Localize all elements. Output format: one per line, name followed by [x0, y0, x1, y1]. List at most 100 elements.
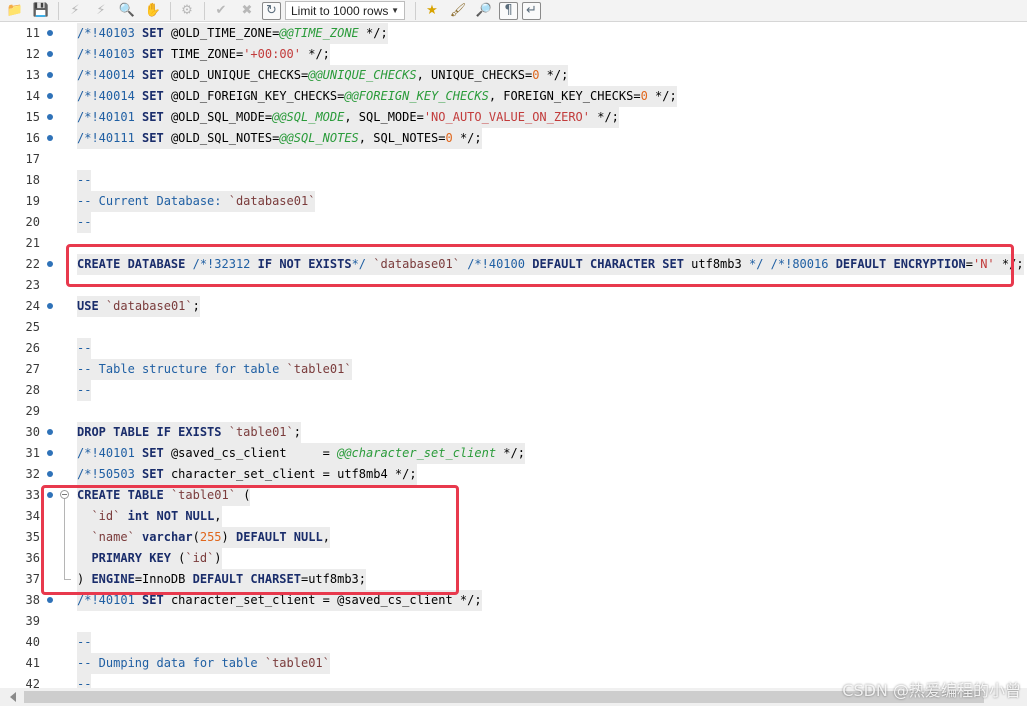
line-number: 16: [25, 131, 40, 145]
code-token: @OLD_UNIQUE_CHECKS=: [163, 68, 309, 82]
limit-rows-select[interactable]: Limit to 1000 rows ▼: [285, 1, 405, 20]
code-line[interactable]: 18 --: [6, 170, 1027, 191]
code-text: /*!40103 SET TIME_ZONE='+00:00' */;: [77, 44, 330, 65]
code-token: 255: [199, 530, 222, 544]
code-line[interactable]: 19 -- Current Database: `database01`: [6, 191, 1027, 212]
code-line[interactable]: 22 CREATE DATABASE /*!32312 IF NOT EXISTS…: [6, 254, 1027, 275]
statement-marker-icon: [47, 471, 53, 477]
code-line[interactable]: 31 /*!40101 SET @saved_cs_client = @@char…: [6, 443, 1027, 464]
code-line[interactable]: 21: [6, 233, 1027, 254]
open-folder-icon[interactable]: 📁: [4, 1, 26, 21]
find-icon[interactable]: 🔎: [473, 1, 495, 21]
code-text: /*!40101 SET character_set_client = @sav…: [77, 590, 482, 611]
explain-icon[interactable]: 🔍: [116, 1, 138, 21]
code-line[interactable]: 35 `name` varchar(255) DEFAULT NULL,: [6, 527, 1027, 548]
code-token: TIME_ZONE=: [163, 47, 244, 61]
execute-current-icon[interactable]: ⚡: [90, 1, 112, 21]
line-number: 36: [25, 551, 40, 565]
code-line[interactable]: 32 /*!50503 SET character_set_client = ut…: [6, 464, 1027, 485]
statement-marker-icon: [47, 114, 53, 120]
line-number: 34: [25, 509, 40, 523]
code-line[interactable]: 16 /*!40111 SET @OLD_SQL_NOTES=@@SQL_NOTE…: [6, 128, 1027, 149]
autocommit-icon[interactable]: ↻: [262, 1, 281, 20]
line-number: 38: [25, 593, 40, 607]
invisibles-icon[interactable]: ¶: [499, 1, 518, 20]
code-line[interactable]: 15 /*!40101 SET @OLD_SQL_MODE=@@SQL_MODE,…: [6, 107, 1027, 128]
code-token: =utf8mb3;: [300, 572, 367, 586]
code-line[interactable]: 23: [6, 275, 1027, 296]
code-line[interactable]: 28 --: [6, 380, 1027, 401]
code-token: `database01`: [105, 299, 193, 313]
code-line[interactable]: 20 --: [6, 212, 1027, 233]
execute-icon[interactable]: ⚡: [64, 1, 86, 21]
code-line[interactable]: 29: [6, 401, 1027, 422]
code-line[interactable]: 33 CREATE TABLE `table01` (: [6, 485, 1027, 516]
code-token: , SQL_MODE=: [344, 110, 424, 124]
scrollbar-thumb[interactable]: [24, 691, 984, 703]
code-line[interactable]: 36 PRIMARY KEY (`id`): [6, 548, 1027, 569]
line-number: 13: [25, 68, 40, 82]
code-token: `table01`: [228, 425, 294, 439]
code-token: `id`: [185, 551, 215, 565]
line-number: 26: [25, 341, 40, 355]
code-token: ): [77, 572, 92, 586]
code-line[interactable]: 11 /*!40103 SET @OLD_TIME_ZONE=@@TIME_ZON…: [6, 23, 1027, 44]
save-icon[interactable]: 💾: [30, 1, 52, 21]
code-text: /*!40101 SET @saved_cs_client = @@charac…: [77, 443, 525, 464]
code-line[interactable]: 40 --: [6, 632, 1027, 653]
fold-toggle-icon[interactable]: [60, 490, 69, 499]
code-token: ENGINE: [91, 572, 135, 586]
line-number: 14: [25, 89, 40, 103]
code-token: (: [235, 488, 251, 502]
code-token: `name`: [91, 530, 135, 544]
code-line[interactable]: 27 -- Table structure for table `table01`: [6, 359, 1027, 380]
code-line[interactable]: 13 /*!40014 SET @OLD_UNIQUE_CHECKS=@@UNIQ…: [6, 65, 1027, 86]
code-line[interactable]: 14 /*!40014 SET @OLD_FOREIGN_KEY_CHECKS=@…: [6, 86, 1027, 107]
code-line[interactable]: 26 --: [6, 338, 1027, 359]
scroll-left-icon[interactable]: [10, 692, 16, 702]
code-line[interactable]: 34 `id` int NOT NULL,: [6, 506, 1027, 527]
code-token: DROP TABLE IF EXISTS: [77, 425, 222, 439]
sql-editor[interactable]: 11 /*!40103 SET @OLD_TIME_ZONE=@@TIME_ZON…: [6, 23, 1027, 688]
statement-marker-icon: [47, 429, 53, 435]
code-line[interactable]: 25: [6, 317, 1027, 338]
code-line[interactable]: 39: [6, 611, 1027, 632]
code-token: SET: [142, 110, 164, 124]
code-token: */: [748, 257, 764, 271]
code-token: /*!32312: [192, 257, 258, 271]
code-token: `table01`: [170, 488, 236, 502]
statement-marker-icon: [47, 597, 53, 603]
statement-marker-icon: [47, 135, 53, 141]
code-token: */;: [590, 110, 619, 124]
code-text: DROP TABLE IF EXISTS `table01`;: [77, 422, 301, 443]
code-token: int NOT NULL: [127, 509, 215, 523]
toggle-results-icon[interactable]: ⚙: [176, 1, 198, 21]
watermark: CSDN @热爱编程的小曾: [842, 681, 1021, 700]
line-number: 17: [25, 152, 40, 166]
code-line[interactable]: 24 USE `database01`;: [6, 296, 1027, 317]
code-text: --: [77, 380, 92, 401]
code-token: ): [214, 551, 222, 565]
code-token: (: [170, 551, 186, 565]
code-line[interactable]: 30 DROP TABLE IF EXISTS `table01`;: [6, 422, 1027, 443]
commit-icon[interactable]: ✔: [210, 1, 232, 21]
code-token: */;: [358, 26, 388, 40]
code-line[interactable]: 37) ENGINE=InnoDB DEFAULT CHARSET=utf8mb…: [6, 569, 1027, 590]
code-token: -- Current Database:: [77, 194, 229, 208]
code-line[interactable]: 17: [6, 149, 1027, 170]
rollback-icon[interactable]: ✖: [236, 1, 258, 21]
code-token: SET: [142, 47, 164, 61]
code-token: CREATE TABLE: [77, 488, 164, 502]
code-token: /*!40100: [467, 257, 533, 271]
code-line[interactable]: 38 /*!40101 SET character_set_client = @s…: [6, 590, 1027, 611]
beautify-icon[interactable]: 🖌: [447, 1, 469, 21]
code-line[interactable]: 41 -- Dumping data for table `table01`: [6, 653, 1027, 674]
stop-icon[interactable]: ✋: [142, 1, 164, 21]
add-snippet-icon[interactable]: ★: [421, 1, 443, 21]
code-token: */;: [539, 68, 569, 82]
line-number: 41: [25, 656, 40, 670]
wrap-icon[interactable]: ↵: [522, 1, 541, 20]
code-line[interactable]: 12 /*!40103 SET TIME_ZONE='+00:00' */;: [6, 44, 1027, 65]
